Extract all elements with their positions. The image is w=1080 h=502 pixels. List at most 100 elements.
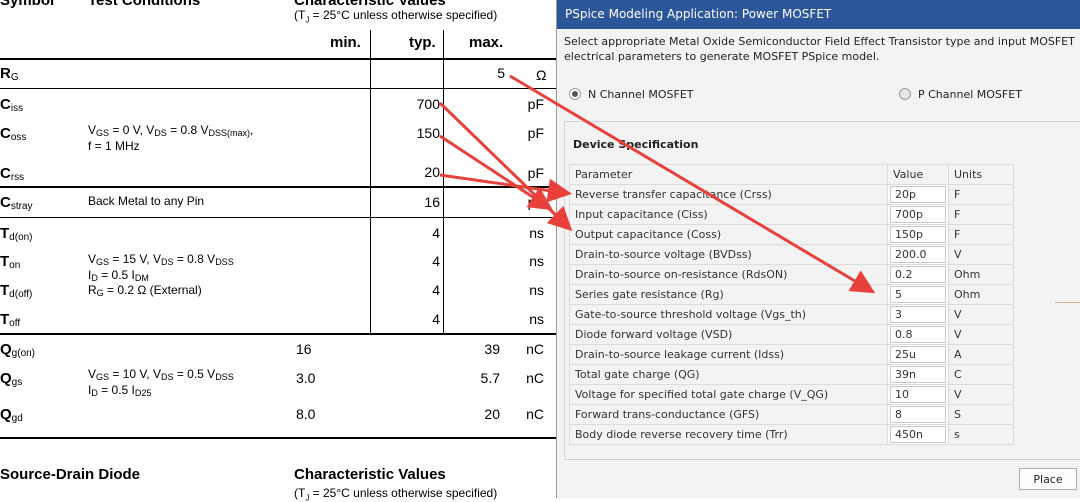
typ-value: 700 [416, 96, 440, 112]
symbol-coss: Coss [0, 125, 27, 143]
unit: ns [529, 225, 544, 241]
value-field[interactable]: 5 [890, 286, 946, 303]
value-cell: 200.0 [887, 244, 949, 265]
value-cell: 3 [887, 304, 949, 325]
unit-cell: V [948, 304, 1014, 325]
value-field[interactable]: 150p [890, 226, 946, 243]
max-value: 39 [484, 341, 500, 357]
unit: nC [526, 370, 544, 386]
value-field[interactable]: 39n [890, 366, 946, 383]
dialog-description: Select appropriate Metal Oxide Semicondu… [564, 35, 1075, 63]
max-value: 20 [484, 406, 500, 422]
typ-value: 4 [432, 311, 440, 327]
table-row: Voltage for specified total gate charge … [569, 384, 1014, 405]
table-row: Diode forward voltage (VSD) 0.8 V [569, 324, 1014, 345]
value-field[interactable]: 10 [890, 386, 946, 403]
value-cell: 0.8 [887, 324, 949, 345]
parameter-name: Forward trans-conductance (GFS) [569, 404, 888, 425]
value-field[interactable]: 200.0 [890, 246, 946, 263]
units-column-header: Units [948, 164, 1014, 185]
unit: ns [529, 282, 544, 298]
parameter-name: Body diode reverse recovery time (Trr) [569, 424, 888, 445]
test-condition: VGS = 15 V, VDS = 0.8 VDSS ID = 0.5 IDM [88, 252, 234, 284]
device-specification-title: Device Specification [573, 138, 699, 151]
unit: pF [527, 165, 544, 181]
parameter-name: Diode forward voltage (VSD) [569, 324, 888, 345]
test-condition: VGS = 0 V, VDS = 0.8 VDSS(max), f = 1 MHz [88, 123, 254, 153]
unit: ns [529, 311, 544, 327]
value-field[interactable]: 8 [890, 406, 946, 423]
table-row: Gate-to-source threshold voltage (Vgs_th… [569, 304, 1014, 325]
value-field[interactable]: 700p [890, 206, 946, 223]
test-condition: VGS = 10 V, VDS = 0.5 VDSS ID = 0.5 ID25 [88, 367, 234, 399]
test-condition: RG = 0.2 Ω (External) [88, 283, 202, 299]
p-channel-radio[interactable]: P Channel MOSFET [899, 88, 1022, 101]
typ-value: 20 [424, 164, 440, 180]
symbol-tdoff: Td(off) [0, 282, 33, 300]
unit: ns [529, 253, 544, 269]
value-cell: 5 [887, 284, 949, 305]
parameter-column-header: Parameter [569, 164, 888, 185]
symbol-qgon: Qg(on) [0, 341, 36, 359]
table-row: Reverse transfer capacitance (Crss) 20p F [569, 184, 1014, 205]
parameter-name: Input capacitance (Ciss) [569, 204, 888, 225]
unit: pF [527, 96, 544, 112]
value-field[interactable]: 3 [890, 306, 946, 323]
value-cell: 39n [887, 364, 949, 385]
radio-unselected-icon [899, 88, 911, 100]
parameter-name: Drain-to-source on-resistance (RdsON) [569, 264, 888, 285]
max-value: 5 [497, 65, 505, 81]
parameter-table: Parameter Value Units Reverse transfer c… [569, 164, 1014, 445]
parameter-name: Drain-to-source voltage (BVDss) [569, 244, 888, 265]
typ-value: 150 [416, 125, 440, 141]
value-field[interactable]: 0.8 [890, 326, 946, 343]
unit-cell: S [948, 404, 1014, 425]
unit: Ω [536, 67, 547, 83]
unit-cell: Ohm [948, 264, 1014, 285]
symbol-rg: RG [0, 65, 19, 83]
edge-line [1055, 302, 1080, 303]
unit-cell: F [948, 184, 1014, 205]
value-cell: 10 [887, 384, 949, 405]
symbol-cstray: Cstray [0, 194, 33, 212]
typ-value: 4 [432, 282, 440, 298]
unit-cell: Ohm [948, 284, 1014, 305]
value-field[interactable]: 20p [890, 186, 946, 203]
p-channel-label: P Channel MOSFET [918, 88, 1022, 101]
test-conditions-header: Test Conditions [88, 0, 201, 9]
value-field[interactable]: 450n [890, 426, 946, 443]
max-value: 5.7 [480, 370, 500, 386]
value-column-header: Value [887, 164, 949, 185]
symbol-ciss: Ciss [0, 96, 24, 114]
parameter-name: Series gate resistance (Rg) [569, 284, 888, 305]
dialog-title: PSpice Modeling Application: Power MOSFE… [557, 0, 1080, 29]
symbol-tdon: Td(on) [0, 225, 33, 243]
min-value: 8.0 [296, 406, 316, 422]
table-header-row: Parameter Value Units [569, 164, 1014, 185]
n-channel-radio[interactable]: N Channel MOSFET [569, 88, 694, 101]
parameter-name: Total gate charge (QG) [569, 364, 888, 385]
unit: pF [527, 194, 544, 210]
value-field[interactable]: 25u [890, 346, 946, 363]
characteristic-values-header-2: Characteristic Values [294, 466, 446, 483]
symbol-ton: Ton [0, 253, 21, 271]
unit-cell: F [948, 224, 1014, 245]
value-cell: 0.2 [887, 264, 949, 285]
place-button[interactable]: Place [1019, 468, 1077, 490]
table-row: Output capacitance (Coss) 150p F [569, 224, 1014, 245]
table-row: Drain-to-source on-resistance (RdsON) 0.2… [569, 264, 1014, 285]
symbol-qgd: Qgd [0, 406, 23, 424]
table-row: Drain-to-source voltage (BVDss) 200.0 V [569, 244, 1014, 265]
value-cell: 20p [887, 184, 949, 205]
value-cell: 8 [887, 404, 949, 425]
condition-note: (TJ = 25°C unless otherwise specified) [294, 8, 498, 25]
source-drain-diode-title: Source-Drain Diode [0, 466, 141, 483]
table-row: Input capacitance (Ciss) 700p F [569, 204, 1014, 225]
unit-cell: C [948, 364, 1014, 385]
symbol-qgs: Qgs [0, 370, 23, 388]
table-row: Total gate charge (QG) 39n C [569, 364, 1014, 385]
value-field[interactable]: 0.2 [890, 266, 946, 283]
datasheet-panel: Symbol Test Conditions Characteristic Va… [0, 0, 556, 502]
parameter-name: Voltage for specified total gate charge … [569, 384, 888, 405]
unit-cell: V [948, 244, 1014, 265]
